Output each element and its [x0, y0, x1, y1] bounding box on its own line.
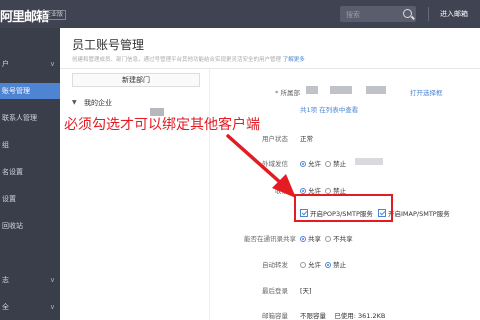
auto-forward-label: 自动转发	[262, 261, 288, 269]
addressbook-share-label: 能否在通讯录共享	[244, 235, 296, 243]
sidebar-item-label: 组	[2, 141, 9, 149]
new-department-button[interactable]: 新建部门	[72, 73, 200, 87]
sidebar-item-label: 设置	[2, 195, 16, 203]
open-selector-link[interactable]: 打开选择框	[410, 87, 443, 97]
search-placeholder: 搜索	[346, 11, 360, 19]
total-count: 共1项 在列表中查看	[300, 104, 358, 114]
page-description: 创建和管理成员、部门信息，通过号管理平台其他功能结合实现更灵活安全的用户管理 了…	[72, 55, 305, 63]
tree-node-root[interactable]: 我的企业	[84, 98, 112, 108]
redacted-block	[355, 158, 383, 165]
search-icon[interactable]	[403, 9, 412, 18]
sidebar-item-settings[interactable]: 设置	[0, 191, 60, 207]
sidebar-item-label: 联系人管理	[2, 114, 37, 122]
sidebar-item-security[interactable]: 全 ∨	[0, 299, 60, 315]
used-value: 361.2KB	[358, 312, 386, 320]
learn-more-link[interactable]: 了解更多	[283, 57, 305, 63]
radio-allow[interactable]	[300, 262, 306, 268]
sidebar-item-label: 名设置	[2, 168, 23, 176]
radio-forbid-label: 禁止	[333, 261, 347, 269]
sidebar-item-label: 账号管理	[2, 87, 30, 95]
sidebar-item-logs[interactable]: 志 ∨	[0, 272, 60, 288]
sidebar-item-contacts[interactable]: 联系人管理	[0, 110, 60, 126]
receive-label: 收信	[275, 187, 288, 195]
total-count-text: 共1项	[300, 106, 318, 114]
used-label: 已使用:	[334, 312, 356, 320]
addressbook-share-radios: 共享 不共享	[300, 233, 353, 243]
sidebar: 户 ∨ 账号管理 联系人管理 组 名设置 设置 回收站 志 ∨ 全 ∨	[0, 28, 60, 320]
description-text: 创建和管理成员、部门信息，通过号管理平台其他功能结合实现更灵活安全的用户管理	[72, 57, 282, 63]
chevron-down-icon: ∨	[49, 60, 55, 68]
capacity-label: 邮箱容量	[262, 312, 288, 320]
sidebar-item-users[interactable]: 户 ∨	[0, 56, 60, 72]
radio-allow-label: 允许	[308, 160, 321, 168]
radio-no-share-label: 不共享	[333, 235, 353, 243]
sidebar-item-signature[interactable]: 名设置	[0, 164, 60, 180]
radio-allow-label: 允许	[308, 261, 321, 269]
dept-tree-panel	[60, 69, 210, 320]
status-label: 用户状态	[262, 135, 288, 143]
capacity-value: 不限容量 已使用: 361.2KB	[300, 310, 385, 320]
annotation-text: 必须勾选才可以绑定其他客户端	[64, 117, 260, 133]
last-login-value: [天]	[300, 287, 312, 295]
capacity-text: 不限容量	[300, 312, 326, 320]
radio-forbid[interactable]	[325, 161, 332, 167]
expand-arrow-icon[interactable]: ▼	[72, 99, 77, 106]
redacted-block	[366, 86, 386, 94]
sidebar-item-label: 全	[2, 303, 9, 311]
top-bar: 阿里邮箱 企业版 搜索 进入邮箱	[0, 0, 480, 28]
radio-allow[interactable]	[300, 161, 306, 167]
enter-mail-link[interactable]: 进入邮箱	[440, 9, 468, 19]
status-value: 正常	[300, 135, 313, 143]
last-login-label: 最后登录	[262, 287, 288, 295]
divider	[428, 7, 429, 21]
external-send-radios: 允许 禁止	[300, 158, 346, 168]
sidebar-item-recycle[interactable]: 回收站	[0, 218, 60, 234]
enterprise-badge: 企业版	[42, 10, 67, 20]
radio-share[interactable]	[300, 236, 306, 242]
chevron-down-icon: ∨	[49, 303, 55, 311]
search-input[interactable]: 搜索	[340, 6, 416, 22]
sidebar-item-label: 户	[2, 60, 9, 68]
radio-share-label: 共享	[308, 235, 321, 243]
sidebar-item-label: 回收站	[2, 222, 23, 230]
redacted-block	[330, 86, 352, 94]
sidebar-item-accounts[interactable]: 账号管理	[0, 83, 60, 99]
sidebar-item-groups[interactable]: 组	[0, 137, 60, 153]
dept-label: * 所属部	[275, 89, 300, 97]
redacted-block	[306, 86, 318, 94]
radio-forbid-label: 禁止	[333, 160, 347, 168]
app-logo: 阿里邮箱	[0, 10, 49, 25]
annotation-highlight-box	[294, 194, 393, 222]
external-send-label: 外域发信	[262, 160, 288, 168]
radio-no-share[interactable]	[325, 236, 332, 242]
view-in-list-link[interactable]: 在列表中查看	[319, 106, 358, 114]
imap-label: 开启IMAP/SMTP服务	[388, 210, 450, 218]
auto-forward-radios: 允许 禁止	[300, 259, 346, 269]
page-title: 员工账号管理	[72, 38, 145, 52]
sidebar-item-label: 志	[2, 276, 9, 284]
radio-forbid[interactable]	[325, 262, 332, 268]
chevron-down-icon: ∨	[49, 276, 55, 284]
